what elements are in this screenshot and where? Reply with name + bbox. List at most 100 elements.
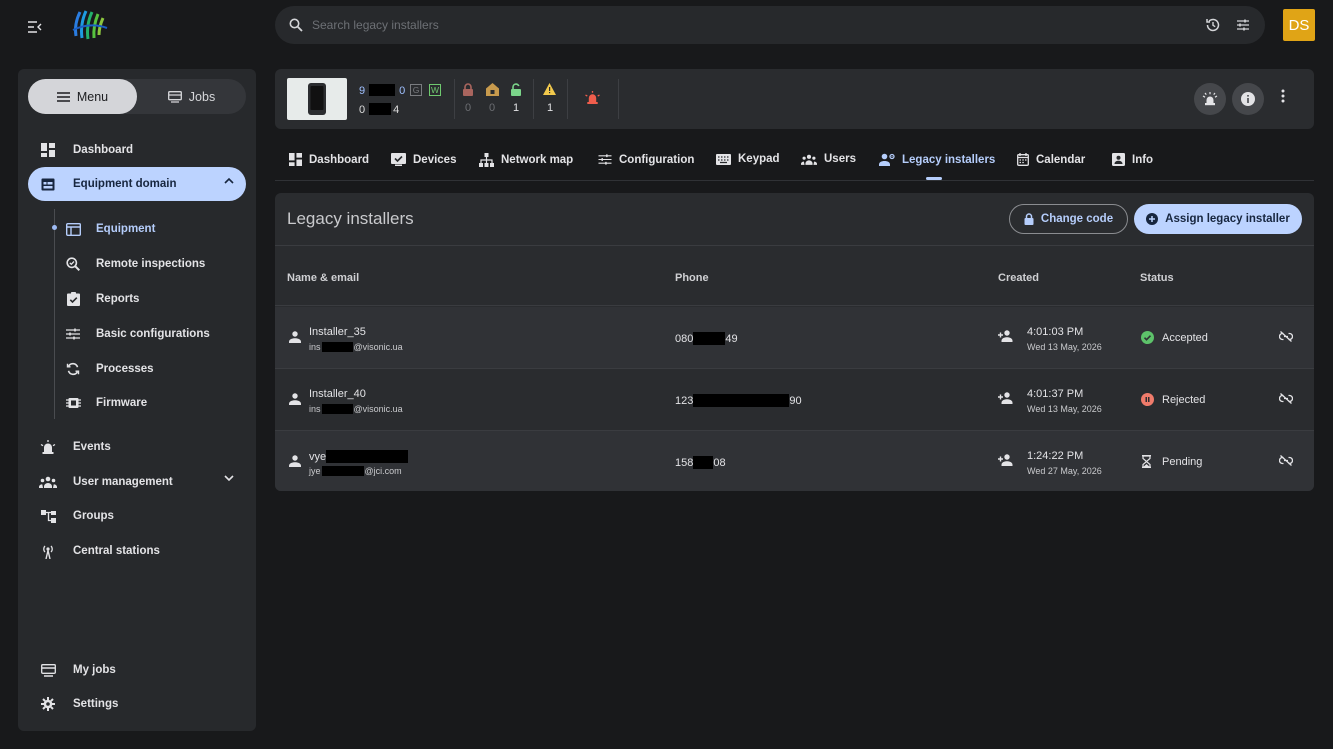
tune-icon[interactable] bbox=[1235, 17, 1251, 33]
column-header-created[interactable]: Created bbox=[998, 272, 1039, 284]
groups-icon bbox=[39, 473, 57, 491]
contact-card-icon bbox=[1112, 153, 1125, 166]
avatar[interactable]: DS bbox=[1283, 9, 1315, 41]
tab-users[interactable]: Users bbox=[801, 153, 856, 165]
sidebar-item-reports[interactable]: Reports bbox=[64, 283, 246, 315]
created-date: Wed 27 May, 2026 bbox=[1027, 466, 1102, 476]
sidebar-item-basic-configurations[interactable]: Basic configurations bbox=[64, 318, 246, 350]
sidebar-item-central-stations[interactable]: Central stations bbox=[28, 534, 246, 568]
phone-end: 49 bbox=[725, 333, 738, 345]
sidebar-item-events[interactable]: Events bbox=[28, 430, 246, 464]
assign-label: Assign legacy installer bbox=[1165, 213, 1290, 225]
device-header: 90 G W 04 0 0 1 1 bbox=[275, 69, 1314, 129]
jobs-segment-label: Jobs bbox=[188, 89, 216, 104]
tab-calendar[interactable]: Calendar bbox=[1017, 153, 1085, 166]
logo[interactable] bbox=[70, 8, 110, 42]
sidebar-item-equipment[interactable]: Equipment bbox=[64, 213, 246, 245]
tab-keypad[interactable]: Keypad bbox=[716, 153, 780, 165]
sidebar-item-label: Settings bbox=[73, 698, 119, 710]
redacted-block bbox=[369, 84, 396, 96]
tab-dashboard[interactable]: Dashboard bbox=[289, 153, 369, 166]
tab-info[interactable]: Info bbox=[1112, 153, 1153, 166]
alarm-light-button[interactable] bbox=[1194, 83, 1226, 115]
created-date: Wed 13 May, 2026 bbox=[1027, 404, 1102, 414]
info-icon bbox=[1241, 92, 1255, 106]
tab-legacy-installers[interactable]: Legacy installers bbox=[879, 153, 995, 166]
lock-icon bbox=[1024, 213, 1034, 225]
tab-label: Dashboard bbox=[309, 153, 370, 166]
serial-end: 0 bbox=[399, 85, 406, 97]
menu-segment-button[interactable]: Menu bbox=[28, 79, 137, 114]
menu-collapse-icon[interactable] bbox=[24, 16, 46, 38]
status-text: Pending bbox=[1162, 456, 1203, 468]
sidebar-item-groups[interactable]: Groups bbox=[28, 499, 246, 533]
sidebar-item-user-management[interactable]: User management bbox=[28, 465, 246, 499]
email-end: @jci.com bbox=[364, 466, 402, 476]
person-settings-icon bbox=[879, 153, 895, 166]
info-button[interactable] bbox=[1232, 83, 1264, 115]
column-header-status[interactable]: Status bbox=[1140, 272, 1174, 284]
unlink-icon[interactable] bbox=[1279, 393, 1293, 404]
device-image[interactable] bbox=[287, 78, 347, 120]
home-lock-icon bbox=[486, 83, 499, 96]
sidebar-item-equipment-domain[interactable]: Equipment domain bbox=[28, 167, 246, 201]
installer-phone: 080 49 bbox=[675, 332, 738, 345]
sidebar: Menu Jobs Dashboard Equipment domain Equ… bbox=[18, 69, 256, 731]
menu-jobs-toggle: Menu Jobs bbox=[28, 79, 246, 114]
jobs-icon bbox=[39, 661, 57, 679]
dashboard-icon bbox=[289, 153, 302, 166]
menu-icon bbox=[56, 91, 70, 102]
equipment-domain-icon bbox=[39, 175, 57, 193]
redacted-block bbox=[369, 103, 392, 115]
sidebar-item-dashboard[interactable]: Dashboard bbox=[28, 133, 246, 167]
sidebar-item-label: Equipment bbox=[96, 223, 156, 235]
sidebar-item-processes[interactable]: Processes bbox=[64, 353, 246, 385]
sidebar-item-remote-inspections[interactable]: Remote inspections bbox=[64, 248, 246, 280]
phone-end: 90 bbox=[789, 395, 802, 407]
siren-icon bbox=[1202, 92, 1218, 106]
device-serial[interactable]: 90 bbox=[359, 84, 405, 97]
table-row[interactable]: Installer_35 ins @visonic.ua 080 49 4:01:0… bbox=[275, 307, 1314, 369]
table-row[interactable]: Installer_40 ins @visonic.ua 123 90 4:01:3… bbox=[275, 369, 1314, 431]
sidebar-item-firmware[interactable]: Firmware bbox=[64, 387, 246, 419]
history-icon[interactable] bbox=[1205, 17, 1221, 33]
installer-name: vye bbox=[309, 450, 409, 463]
installer-email: ins @visonic.ua bbox=[309, 404, 403, 414]
clipboard-check-icon bbox=[64, 290, 82, 308]
change-code-button[interactable]: Change code bbox=[1009, 204, 1128, 234]
sidebar-item-my-jobs[interactable]: My jobs bbox=[28, 653, 246, 687]
tab-devices[interactable]: Devices bbox=[391, 153, 456, 166]
unlink-icon[interactable] bbox=[1279, 455, 1293, 466]
warning-icon bbox=[543, 83, 556, 95]
column-header-name[interactable]: Name & email bbox=[287, 272, 359, 284]
search-input[interactable] bbox=[312, 18, 1205, 32]
sidebar-item-label: User management bbox=[73, 476, 173, 488]
person-icon bbox=[289, 393, 301, 405]
tune-icon bbox=[64, 325, 82, 343]
tab-configuration[interactable]: Configuration bbox=[598, 153, 694, 166]
tab-label: Devices bbox=[413, 153, 457, 166]
column-header-phone[interactable]: Phone bbox=[675, 272, 709, 284]
device-account: 04 bbox=[359, 103, 399, 116]
tab-label: Network map bbox=[501, 154, 574, 166]
phone-start: 123 bbox=[675, 395, 694, 407]
tab-label: Keypad bbox=[738, 153, 780, 165]
created-time: 1:24:22 PM bbox=[1027, 450, 1084, 462]
assign-legacy-installer-button[interactable]: Assign legacy installer bbox=[1134, 204, 1302, 234]
dashboard-icon bbox=[39, 141, 57, 159]
chip-icon bbox=[64, 394, 82, 412]
chevron-up-icon bbox=[224, 177, 234, 184]
table-row[interactable]: vye jye @jci.com 158 08 1:24:22 PM Wed 27 … bbox=[275, 431, 1314, 491]
tab-network-map[interactable]: Network map bbox=[479, 153, 573, 167]
created-date: Wed 13 May, 2026 bbox=[1027, 342, 1102, 352]
jobs-segment-button[interactable]: Jobs bbox=[137, 79, 246, 114]
more-vert-icon[interactable] bbox=[1281, 89, 1285, 103]
email-start: jye bbox=[309, 466, 321, 476]
tab-label: Legacy installers bbox=[902, 153, 996, 166]
tab-label: Users bbox=[824, 153, 856, 165]
installer-name: Installer_35 bbox=[309, 326, 366, 338]
unlink-icon[interactable] bbox=[1279, 331, 1293, 342]
sidebar-item-settings[interactable]: Settings bbox=[28, 687, 246, 721]
search-bar[interactable] bbox=[275, 6, 1265, 44]
alarm-icon[interactable] bbox=[585, 91, 600, 105]
